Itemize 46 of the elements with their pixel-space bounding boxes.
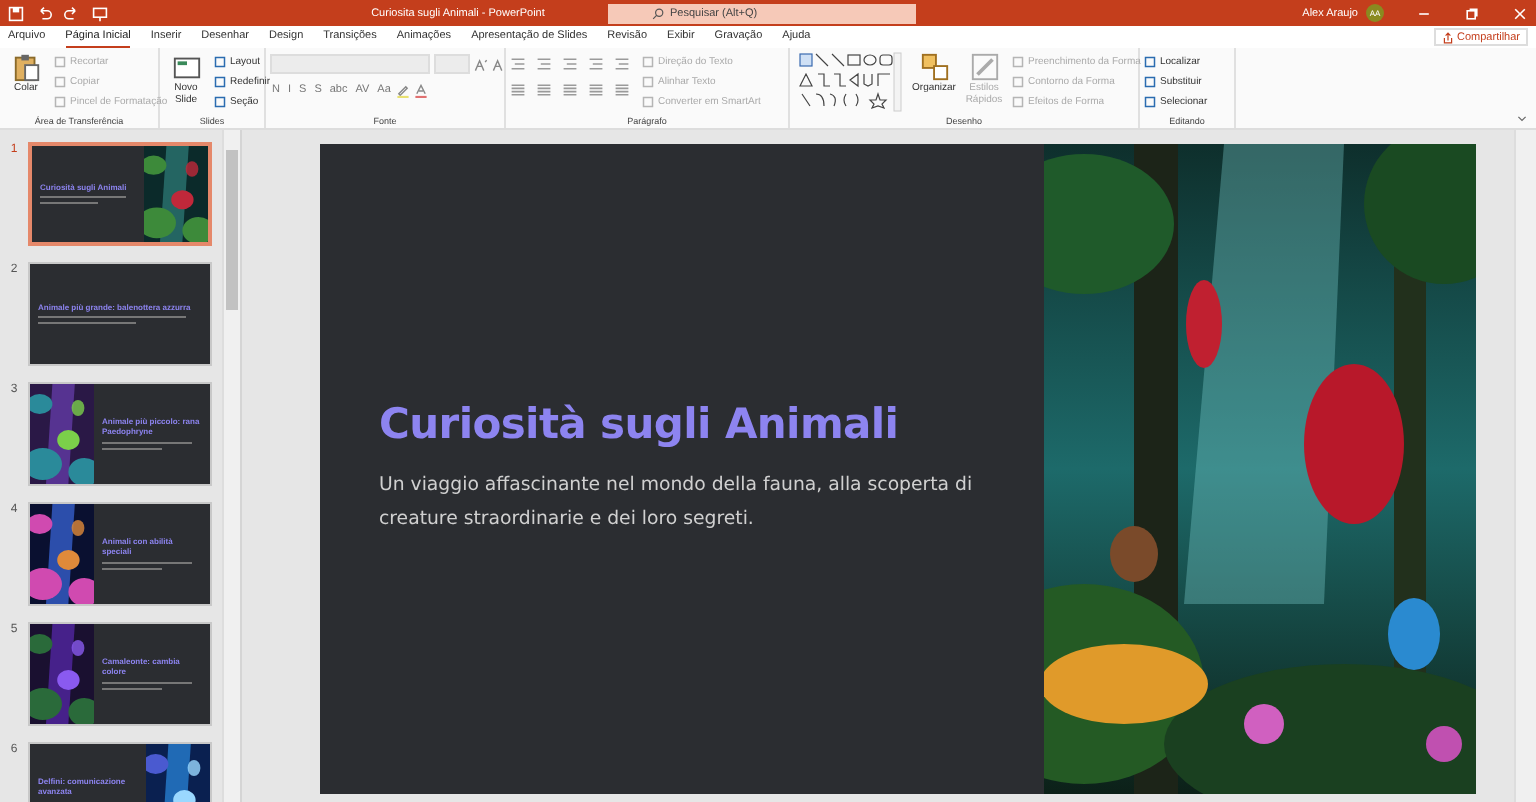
slide-subtitle: Un viaggio affascinante nel mondo della fauna, alla scoperta di creature straordinarie e dei loro segreti.	[379, 472, 975, 534]
grow-font-icon[interactable]	[474, 57, 488, 71]
list-lines-icon[interactable]	[614, 56, 630, 72]
command-square-icon	[642, 55, 654, 67]
shape-gallery-drawing[interactable]	[794, 52, 906, 112]
command-square-icon	[1144, 75, 1156, 87]
command-square-icon	[54, 75, 66, 87]
share-icon	[1441, 31, 1454, 43]
font-name-field[interactable]	[270, 54, 430, 74]
restore-icon[interactable]	[1464, 5, 1480, 21]
command-square-icon	[642, 75, 654, 87]
list-lines-icon[interactable]	[510, 56, 526, 72]
undo-icon[interactable]	[36, 5, 52, 21]
scrollbar[interactable]	[1514, 130, 1536, 802]
font-color-icon[interactable]	[414, 83, 429, 97]
command-square-icon	[1012, 95, 1024, 107]
align-lines-icon[interactable]	[510, 82, 526, 98]
highlighter-icon[interactable]	[396, 83, 411, 97]
save-icon[interactable]	[8, 5, 24, 21]
list-lines-icon[interactable]	[562, 56, 578, 72]
scrollbar[interactable]	[222, 130, 240, 802]
close-icon[interactable]	[1512, 5, 1528, 21]
collapse-ribbon-icon[interactable]	[1516, 112, 1528, 124]
list-lines-icon[interactable]	[588, 56, 604, 72]
slide-title: Curiosità sugli Animali	[379, 400, 901, 448]
command-square-icon	[1012, 75, 1024, 87]
command-square-icon	[1144, 55, 1156, 67]
font-size-field[interactable]	[434, 54, 470, 74]
command-square-icon	[214, 55, 226, 67]
search-icon	[652, 7, 664, 19]
shrink-font-icon[interactable]	[492, 57, 506, 71]
list-lines-icon[interactable]	[536, 56, 552, 72]
align-lines-icon[interactable]	[614, 82, 630, 98]
command-square-icon	[1012, 55, 1024, 67]
align-lines-icon[interactable]	[588, 82, 604, 98]
align-lines-icon[interactable]	[562, 82, 578, 98]
command-square-icon	[214, 95, 226, 107]
redo-icon[interactable]	[64, 5, 80, 21]
align-lines-icon[interactable]	[536, 82, 552, 98]
scroll-thumb[interactable]	[226, 150, 238, 310]
command-square-icon	[214, 75, 226, 87]
command-square-icon	[642, 95, 654, 107]
command-square-icon	[54, 55, 66, 67]
presentation-icon[interactable]	[92, 5, 108, 21]
command-square-icon	[1144, 95, 1156, 107]
command-square-icon	[54, 95, 66, 107]
